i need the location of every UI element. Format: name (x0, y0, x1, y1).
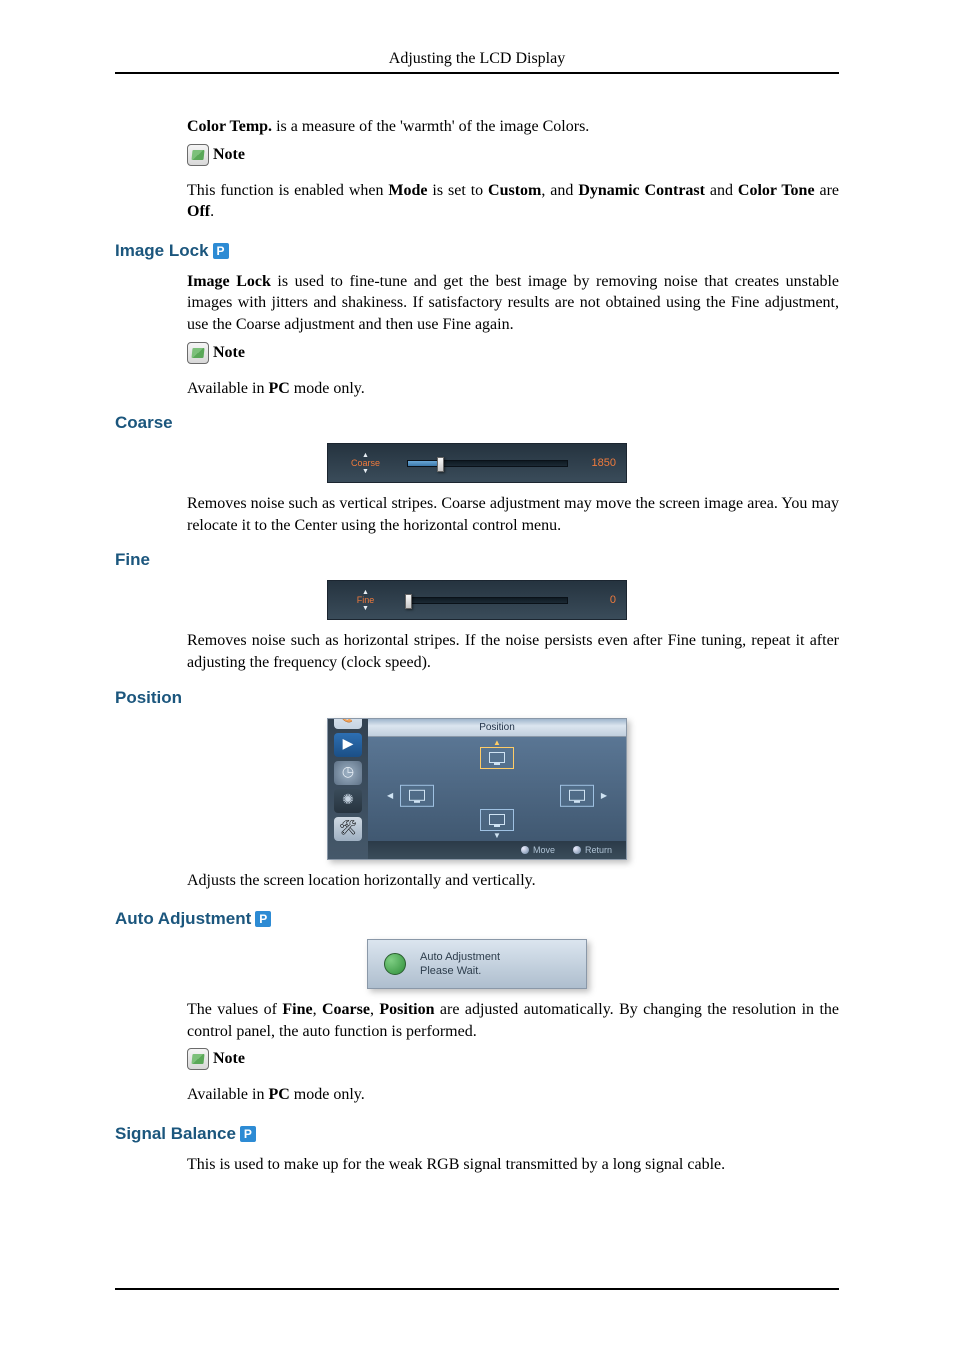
fine-slider-value: 0 (582, 594, 616, 606)
position-desc: Adjusts the screen location horizontally… (187, 870, 839, 892)
triangle-down-icon: ▼ (362, 468, 369, 475)
fine-slider-label-col: ▲ Fine ▼ (338, 589, 393, 612)
coarse-slider-label: Coarse (351, 459, 380, 468)
auto-adjustment-note-row: Note (187, 1048, 839, 1070)
note-label: Note (213, 146, 245, 164)
triangle-down-icon: ▼ (362, 605, 369, 612)
dpad-icon (521, 846, 529, 854)
page: Adjusting the LCD Display Color Temp. is… (0, 0, 954, 1350)
position-osd-footer: Move Return (368, 841, 626, 859)
position-down-button[interactable]: ▼ (480, 809, 514, 831)
image-lock-heading: Image Lock P (115, 241, 839, 261)
color-temp-note-row: Note (187, 144, 839, 166)
signal-balance-heading: Signal BalanceP (115, 1124, 839, 1144)
position-footer-move: Move (521, 845, 555, 855)
position-heading: Position (115, 688, 839, 708)
auto-adjustment-desc: The values of Fine, Coarse, Position are… (187, 999, 839, 1042)
sidebar-picture-icon[interactable]: 🎨 (334, 718, 362, 729)
position-up-button[interactable]: ▲ (480, 747, 514, 769)
coarse-slider-value: 1850 (582, 457, 616, 469)
color-temp-note-text: This function is enabled when Mode is se… (187, 180, 839, 223)
fine-slider-thumb[interactable] (405, 594, 412, 609)
position-footer-return: Return (573, 845, 612, 855)
color-temp-text: Color Temp. is a measure of the 'warmth'… (187, 116, 839, 138)
position-left-button[interactable] (400, 784, 434, 806)
page-header-title: Adjusting the LCD Display (115, 50, 839, 68)
position-figure: 🎨 ▶ ◷ ✺ 🛠 Position ▲ ▼ (115, 718, 839, 860)
fine-slider-panel: ▲ Fine ▼ 0 (327, 580, 627, 620)
note-icon (187, 1048, 209, 1070)
auto-adjustment-note-text: Available in PC mode only. (187, 1084, 839, 1106)
p-badge-icon: P (213, 243, 229, 259)
coarse-desc: Removes noise such as vertical stripes. … (187, 493, 839, 536)
footer-rule (115, 1288, 839, 1290)
coarse-figure: ▲ Coarse ▼ 1850 (115, 443, 839, 483)
coarse-slider-track[interactable] (407, 460, 568, 467)
position-osd-sidebar: 🎨 ▶ ◷ ✺ 🛠 (328, 718, 368, 859)
auto-adjustment-figure: Auto Adjustment Please Wait. (115, 939, 839, 989)
sidebar-timer-icon[interactable]: ◷ (334, 761, 362, 785)
coarse-slider-panel: ▲ Coarse ▼ 1850 (327, 443, 627, 483)
return-icon (573, 846, 581, 854)
footer-rule-wrap (115, 1288, 839, 1290)
note-label: Note (213, 344, 245, 362)
coarse-slider-thumb[interactable] (437, 457, 444, 472)
image-lock-note-row: Note (187, 342, 839, 364)
sidebar-source-icon[interactable]: ▶ (334, 733, 362, 757)
p-badge-icon: P (240, 1126, 256, 1142)
coarse-heading: Coarse (115, 413, 839, 433)
sidebar-settings-icon[interactable]: ✺ (334, 789, 362, 813)
auto-adjustment-icon (384, 953, 406, 975)
fine-desc: Removes noise such as horizontal stripes… (187, 630, 839, 673)
auto-adjustment-panel: Auto Adjustment Please Wait. (367, 939, 587, 989)
sidebar-tools-icon[interactable]: 🛠 (334, 817, 362, 841)
auto-adjustment-heading: Auto AdjustmentP (115, 909, 839, 929)
signal-balance-desc: This is used to make up for the weak RGB… (187, 1154, 839, 1176)
note-icon (187, 342, 209, 364)
position-right-button[interactable] (560, 784, 594, 806)
position-osd-main: ▲ ▼ Move Return (368, 737, 626, 859)
image-lock-note-text: Available in PC mode only. (187, 378, 839, 400)
fine-heading: Fine (115, 550, 839, 570)
color-temp-bold: Color Temp. (187, 118, 272, 135)
note-label: Note (213, 1050, 245, 1068)
fine-figure: ▲ Fine ▼ 0 (115, 580, 839, 620)
note-icon (187, 144, 209, 166)
auto-adjustment-panel-text: Auto Adjustment Please Wait. (420, 950, 500, 979)
p-badge-icon: P (255, 911, 271, 927)
fine-slider-track[interactable] (407, 597, 568, 604)
position-osd-title: Position (368, 719, 626, 737)
position-osd: 🎨 ▶ ◷ ✺ 🛠 Position ▲ ▼ (327, 718, 627, 860)
position-osd-body: 🎨 ▶ ◷ ✺ 🛠 Position ▲ ▼ (328, 719, 626, 859)
coarse-slider-label-col: ▲ Coarse ▼ (338, 452, 393, 475)
fine-slider-label: Fine (357, 596, 375, 605)
image-lock-text: Image Lock is used to fine-tune and get … (187, 271, 839, 336)
coarse-slider-fill (408, 461, 440, 466)
